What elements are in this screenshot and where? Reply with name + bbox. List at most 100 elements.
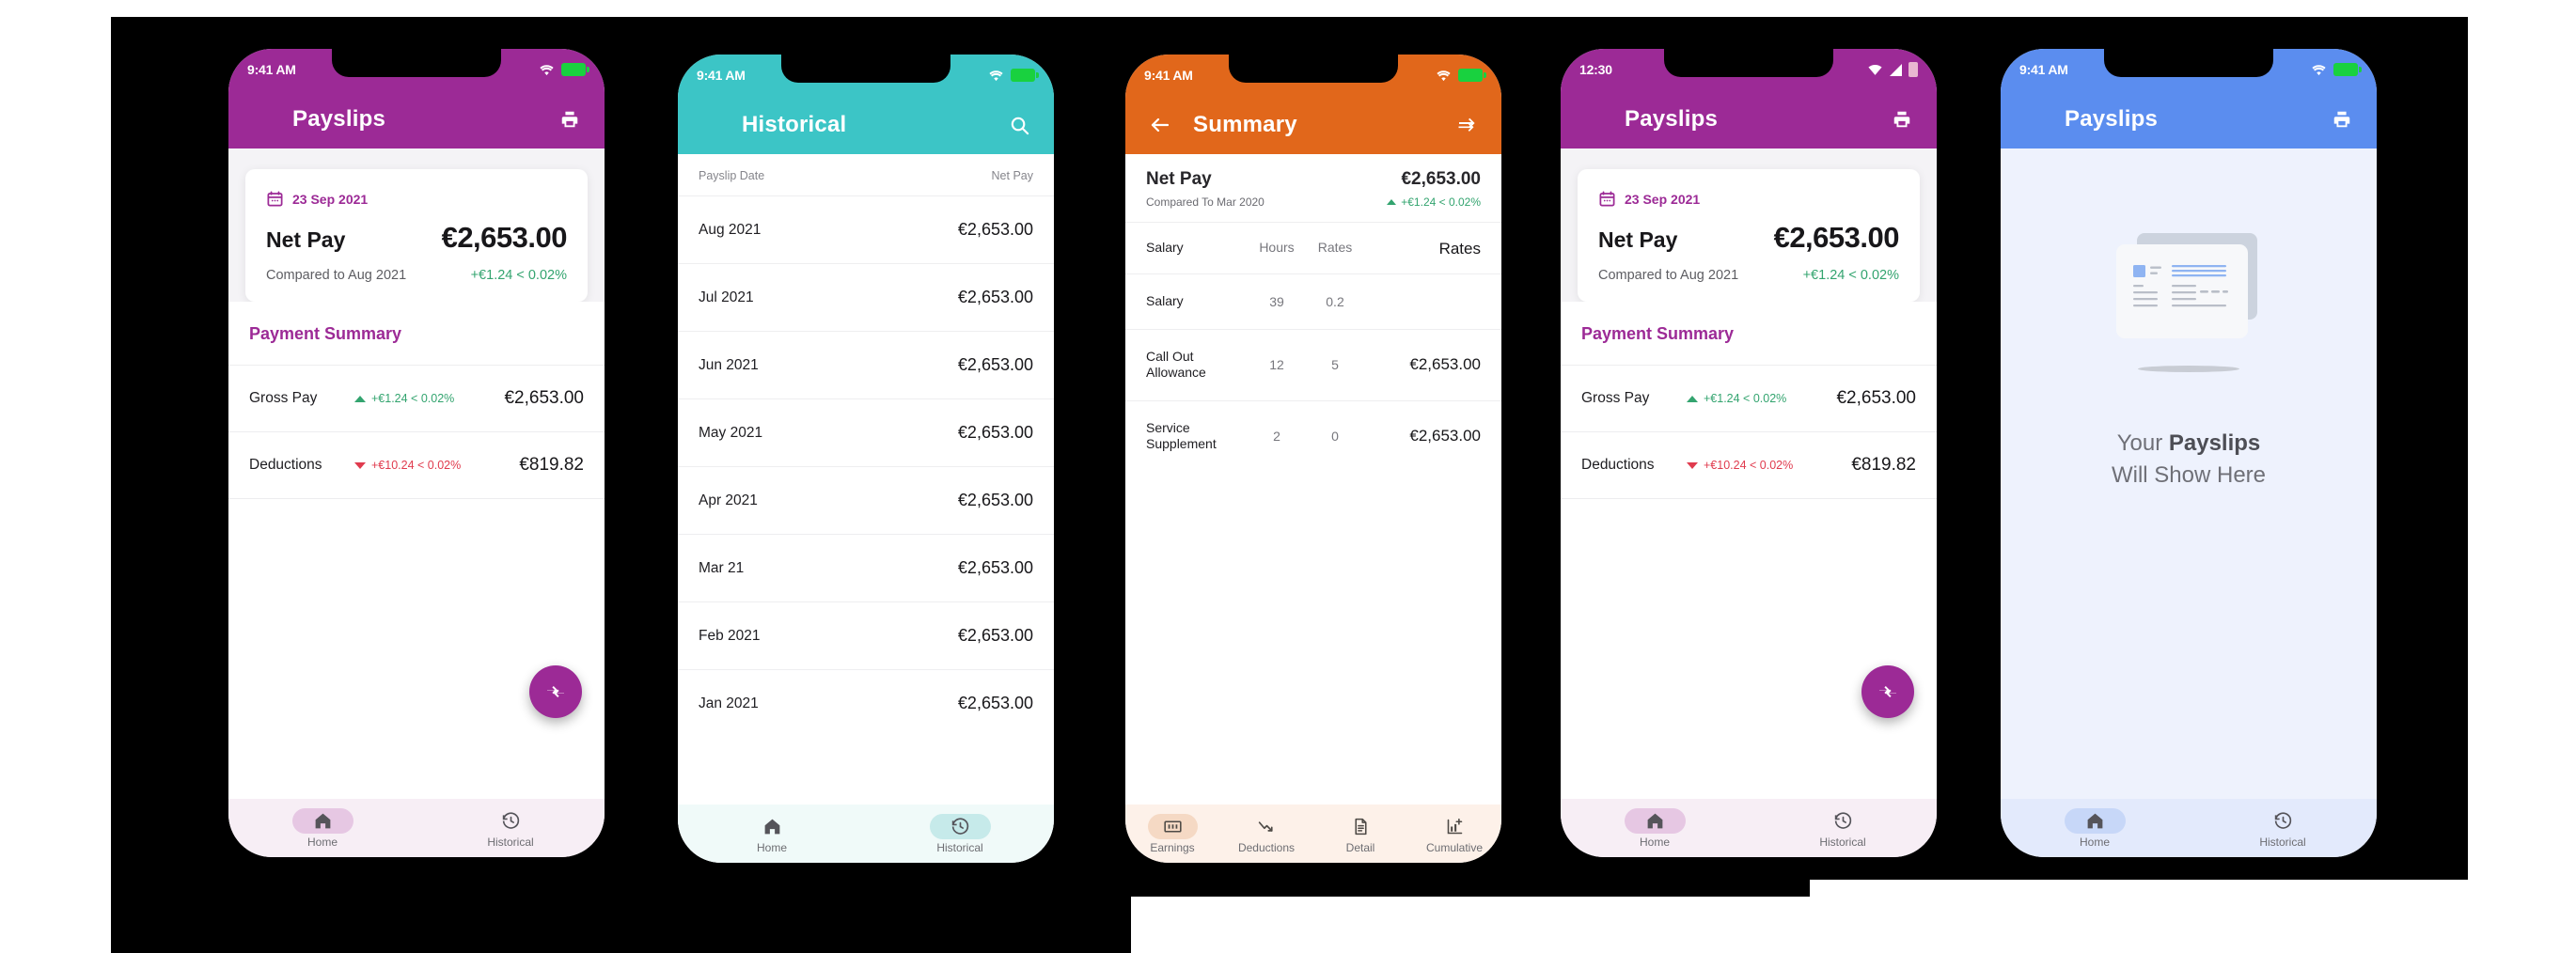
list-item[interactable]: Apr 2021 €2,653.00 [678, 466, 1054, 534]
sidebar-item-home[interactable]: Home [1561, 807, 1749, 849]
print-icon[interactable] [556, 105, 584, 133]
table-empty-space [1125, 471, 1501, 805]
nav-icon-wrap [1813, 808, 1874, 834]
column-header-rates: Rates [1317, 240, 1353, 255]
list-item[interactable]: Jan 2021 €2,653.00 [678, 669, 1054, 737]
payslip-month: Aug 2021 [699, 221, 762, 238]
trend-up-icon [354, 395, 366, 402]
documents-illustration [2109, 233, 2269, 341]
row-label: Salary [1146, 293, 1184, 308]
battery-full-icon [1011, 69, 1039, 82]
hamburger-menu-icon[interactable] [2021, 105, 2046, 133]
net-pay-card[interactable]: 23 Sep 2021 Net Pay €2,653.00 Compared t… [1578, 169, 1920, 302]
payslip-date: 23 Sep 2021 [266, 190, 567, 208]
sidebar-item-historical[interactable]: Historical [2189, 808, 2377, 849]
row-label: Call Out Allowance [1146, 348, 1206, 381]
row-label: Service Supplement [1146, 419, 1217, 452]
empty-state: Your Payslips Will Show Here [2001, 148, 2377, 799]
print-icon[interactable] [2328, 105, 2356, 133]
nav-icon-wrap [480, 808, 542, 834]
trend-down-icon [1258, 820, 1273, 832]
tab-cumulative[interactable]: Cumulative [1407, 814, 1501, 854]
net-pay-delta: +€1.24 < 0.02% [470, 268, 567, 283]
back-arrow-icon[interactable] [1146, 111, 1174, 139]
bottom-navigation: Home Historical [678, 805, 1054, 863]
table-row[interactable]: Gross Pay +€1.24 < 0.02% €2,653.00 [228, 365, 605, 431]
tab-earnings[interactable]: Earnings [1125, 813, 1219, 854]
list-item[interactable]: Jun 2021 €2,653.00 [678, 331, 1054, 398]
page-title: Payslips [2065, 106, 2158, 132]
active-pill [2064, 807, 2126, 834]
row-rates: 5 [1331, 357, 1339, 372]
payslip-amount: €2,653.00 [957, 694, 1033, 712]
chart-add-icon [1447, 818, 1462, 834]
table-row[interactable]: Service Supplement 2 0 €2,653.00 [1125, 399, 1501, 472]
table-row[interactable]: Gross Pay +€1.24 < 0.02% €2,653.00 [1561, 365, 1937, 431]
app-bar: Summary [1125, 96, 1501, 154]
sidebar-item-historical[interactable]: Historical [1749, 808, 1937, 849]
list-item[interactable]: May 2021 €2,653.00 [678, 398, 1054, 466]
sidebar-item-historical[interactable]: Historical [416, 808, 605, 849]
row-label: Gross Pay [1581, 390, 1650, 406]
historical-list: Aug 2021 €2,653.00 Jul 2021 €2,653.00 Jun 20… [678, 195, 1054, 737]
status-time: 9:41 AM [247, 62, 296, 77]
empty-line1-bold: Payslips [2168, 430, 2261, 456]
hamburger-menu-icon[interactable] [249, 105, 274, 133]
list-item[interactable]: Jul 2021 €2,653.00 [678, 263, 1054, 331]
swap-arrows-icon[interactable] [1453, 111, 1481, 139]
history-icon [502, 811, 519, 829]
payslip-month: Mar 21 [699, 559, 745, 576]
notch [1664, 49, 1833, 77]
payslip-month: Jun 2021 [699, 356, 759, 373]
sidebar-item-home[interactable]: Home [2001, 807, 2189, 849]
row-hours: 2 [1273, 429, 1280, 444]
sidebar-item-home[interactable]: Home [228, 807, 416, 849]
table-row[interactable]: Salary 39 0.2 [1125, 273, 1501, 329]
compare-arrows-icon[interactable] [1861, 665, 1914, 718]
empty-line2: Will Show Here [2111, 462, 2267, 488]
tab-label-detail: Detail [1345, 840, 1375, 854]
status-time: 12:30 [1579, 62, 1612, 77]
table-header: Payslip Date Net Pay [678, 154, 1054, 195]
hamburger-menu-icon[interactable] [1581, 105, 1606, 133]
payslip-date-text: 23 Sep 2021 [292, 191, 369, 207]
trend-up-icon [1687, 395, 1698, 402]
list-item[interactable]: Feb 2021 €2,653.00 [678, 601, 1054, 669]
wifi-icon [1868, 64, 1882, 75]
hamburger-menu-icon[interactable] [699, 111, 723, 139]
status-time: 9:41 AM [1144, 68, 1193, 83]
battery-full-icon [561, 63, 589, 76]
payslip-amount: €2,653.00 [957, 491, 1033, 509]
print-icon[interactable] [1888, 105, 1916, 133]
nav-icon-wrap [1330, 814, 1391, 839]
sidebar-item-home[interactable]: Home [678, 814, 866, 854]
app-bar: Payslips [1561, 90, 1937, 148]
table-header: Salary Hours Rates Rates [1125, 222, 1501, 273]
column-header-date: Payslip Date [699, 169, 765, 182]
column-header-hours: Hours [1259, 240, 1295, 255]
tab-detail[interactable]: Detail [1313, 814, 1407, 854]
payslip-amount: €2,653.00 [957, 220, 1033, 239]
list-item[interactable]: Aug 2021 €2,653.00 [678, 195, 1054, 263]
sidebar-item-historical[interactable]: Historical [866, 813, 1054, 854]
table-row[interactable]: Deductions +€10.24 < 0.02% €819.82 [1561, 431, 1937, 499]
net-pay-card[interactable]: 23 Sep 2021 Net Pay €2,653.00 Compared t… [245, 169, 588, 302]
net-pay-delta: +€1.24 < 0.02% [1802, 268, 1899, 283]
list-item[interactable]: Mar 21 €2,653.00 [678, 534, 1054, 601]
search-icon[interactable] [1005, 111, 1033, 139]
page-title: Historical [742, 112, 847, 137]
compare-arrows-icon[interactable] [529, 665, 582, 718]
empty-state-text: Your Payslips Will Show Here [2112, 430, 2266, 489]
payslip-date-text: 23 Sep 2021 [1625, 191, 1701, 207]
table-row[interactable]: Call Out Allowance 12 5 €2,653.00 [1125, 328, 1501, 400]
payslip-month: May 2021 [699, 424, 763, 441]
summary-net-pay: Net Pay €2,653.00 Compared To Mar 2020 +… [1125, 154, 1501, 222]
column-header-netpay: Net Pay [991, 169, 1033, 182]
wifi-icon [540, 64, 554, 75]
row-change: +€1.24 < 0.02% [354, 392, 504, 405]
tab-deductions[interactable]: Deductions [1219, 814, 1313, 854]
phone-mockup-summary: 9:41 AM Summary Net Pay €2,653.00 Compar… [1125, 55, 1501, 863]
home-icon [1647, 813, 1662, 828]
net-pay-label: Net Pay [266, 227, 346, 252]
table-row[interactable]: Deductions +€10.24 < 0.02% €819.82 [228, 431, 605, 499]
